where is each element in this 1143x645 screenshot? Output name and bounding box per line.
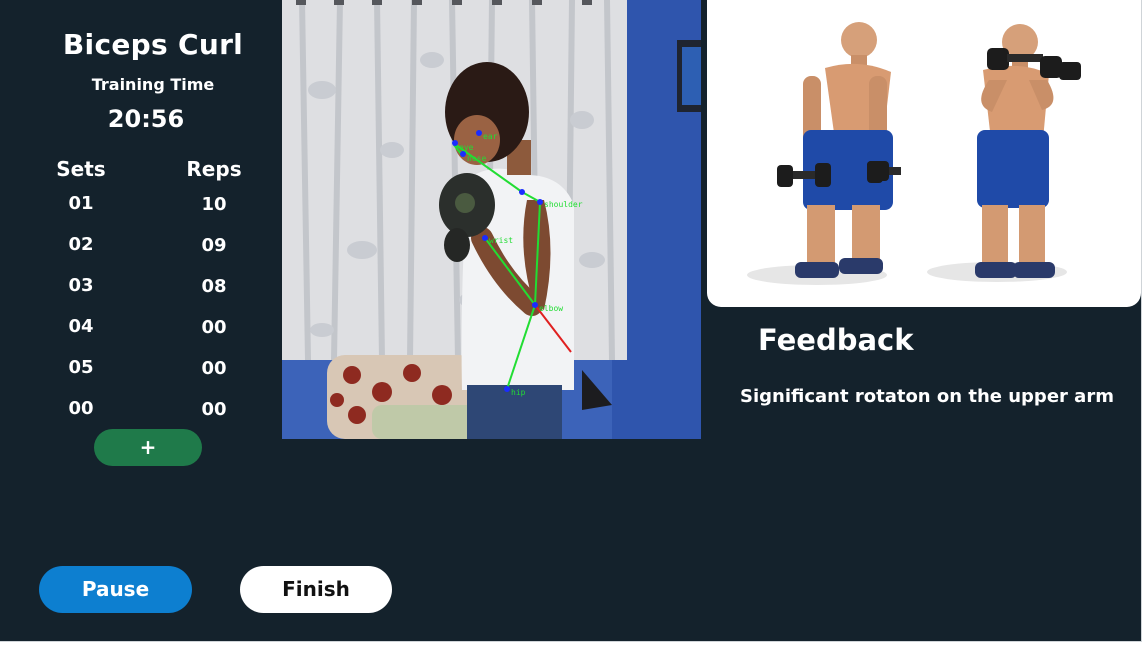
set-cell: 01 xyxy=(68,193,94,214)
pose-label-ear: ear xyxy=(483,132,498,141)
set-cell: 00 xyxy=(68,398,94,419)
reps-cell: 08 xyxy=(201,276,227,297)
feedback-title: Feedback xyxy=(758,323,914,357)
reference-panel xyxy=(707,0,1141,307)
reps-cell: 00 xyxy=(201,358,227,379)
add-set-button[interactable]: + xyxy=(94,429,202,466)
pose-label-eye: eye xyxy=(459,143,474,152)
training-time-label: Training Time xyxy=(91,75,215,94)
finish-button[interactable]: Finish xyxy=(240,566,392,613)
sets-header: Sets xyxy=(56,157,106,181)
camera-frame: ear eye nose shoulder wrist elbow hip xyxy=(282,0,701,439)
reps-cell: 09 xyxy=(201,235,227,256)
workout-screen: Biceps Curl Training Time 20:56 Sets Rep… xyxy=(0,0,1142,642)
reference-illustration xyxy=(747,22,1081,285)
pose-label-wrist: wrist xyxy=(489,236,513,245)
camera-feed: ear eye nose shoulder wrist elbow hip xyxy=(282,0,701,439)
figure-curl-position xyxy=(975,24,1081,278)
figure-start-position xyxy=(777,22,901,278)
reps-cell: 00 xyxy=(201,399,227,420)
pose-label-nose: nose xyxy=(467,154,486,163)
feedback-message: Significant rotaton on the upper arm xyxy=(740,386,1114,407)
exercise-title: Biceps Curl xyxy=(62,28,244,61)
pose-label-shoulder: shoulder xyxy=(544,200,583,209)
reps-cell: 10 xyxy=(201,194,227,215)
set-cell: 02 xyxy=(68,234,94,255)
set-cell: 04 xyxy=(68,316,94,337)
reps-cell: 00 xyxy=(201,317,227,338)
pose-label-elbow: elbow xyxy=(539,304,563,313)
pause-button[interactable]: Pause xyxy=(39,566,192,613)
training-timer: 20:56 xyxy=(107,105,185,133)
reps-header: Reps xyxy=(186,157,242,181)
set-cell: 05 xyxy=(68,357,94,378)
set-cell: 03 xyxy=(68,275,94,296)
pose-label-hip: hip xyxy=(511,388,526,397)
